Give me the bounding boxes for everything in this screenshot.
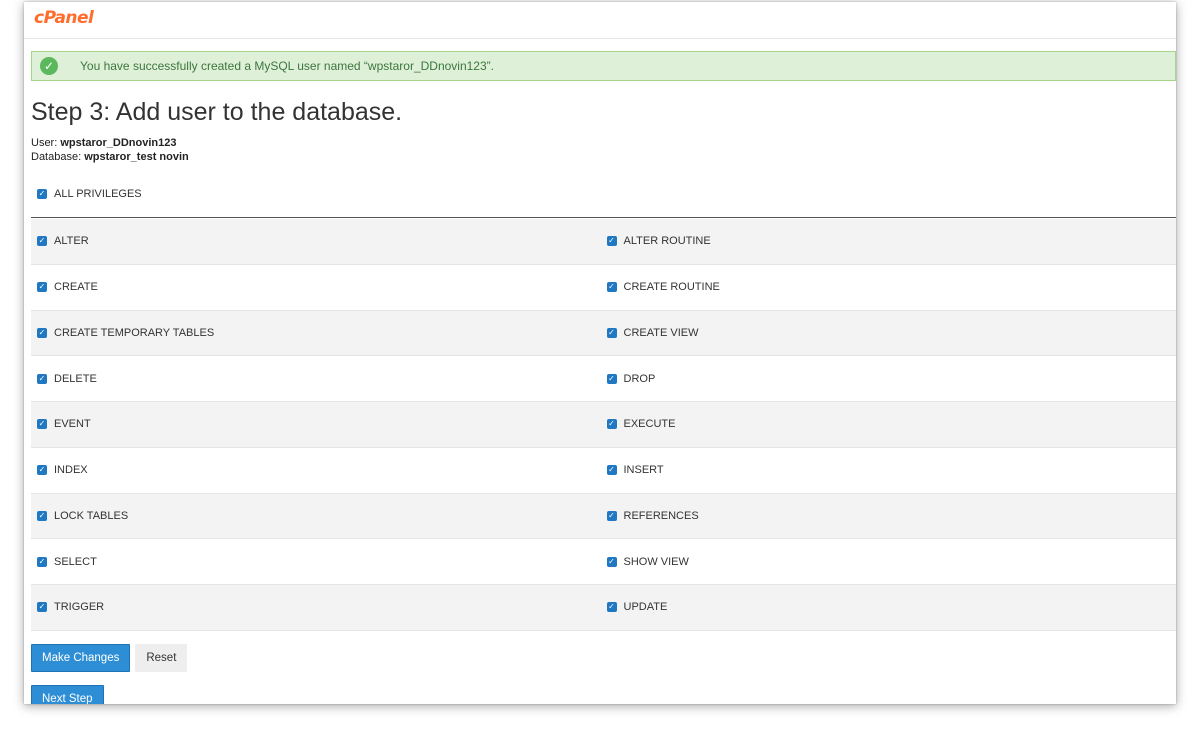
privilege-label: INDEX [54,464,88,477]
privilege-label: UPDATE [623,601,668,614]
page-title: Step 3: Add user to the database. [31,98,403,126]
next-step-button[interactable]: Next Step [31,685,104,704]
privilege-checkbox[interactable]: ✓ [606,373,617,384]
all-privileges-checkbox[interactable]: ✓ [37,189,47,199]
user-database-info: User: wpstaror_DDnovin123 Database: wpst… [31,136,189,164]
privilege-option[interactable]: ✓ REFERENCES [604,494,1177,539]
privilege-checkbox[interactable]: ✓ [37,602,47,613]
privilege-row: ✓ SELECT ✓ SHOW VIEW [31,539,1176,585]
privilege-option[interactable]: ✓ CREATE VIEW [604,311,1177,356]
privileges-table: ✓ ALTER ✓ ALTER ROUTINE ✓ CREATE ✓ CREATE ROUTI… [31,219,1176,631]
privilege-option[interactable]: ✓ DROP [604,356,1177,401]
privilege-option[interactable]: ✓ CREATE TEMPORARY TABLES [31,311,604,356]
privilege-checkbox[interactable]: ✓ [606,556,617,567]
privilege-checkbox[interactable]: ✓ [37,510,47,521]
privilege-option[interactable]: ✓ CREATE ROUTINE [604,265,1177,310]
privilege-label: CREATE ROUTINE [623,281,720,294]
privilege-option[interactable]: ✓ CREATE [31,265,604,310]
privilege-label: SHOW VIEW [623,555,689,568]
privilege-checkbox[interactable]: ✓ [37,282,47,293]
privilege-label: REFERENCES [623,509,699,522]
privilege-option[interactable]: ✓ EVENT [31,402,604,447]
privilege-option[interactable]: ✓ TRIGGER [31,585,604,630]
cpanel-logo[interactable]: cPanel [34,8,94,28]
privilege-checkbox[interactable]: ✓ [606,465,617,476]
privilege-label: CREATE [54,281,98,294]
top-bar: cPanel [24,2,1176,39]
privilege-option[interactable]: ✓ EXECUTE [604,402,1177,447]
privilege-label: DELETE [54,372,97,385]
privilege-label: SELECT [54,555,97,568]
browser-frame: cPanel ✓ You have successfully created a… [24,2,1176,704]
privilege-option[interactable]: ✓ DELETE [31,356,604,401]
privilege-label: CREATE TEMPORARY TABLES [54,326,215,339]
reset-button[interactable]: Reset [135,644,188,672]
privilege-option[interactable]: ✓ SHOW VIEW [604,539,1177,584]
privilege-checkbox[interactable]: ✓ [37,465,47,476]
form-actions: Make Changes Reset [31,644,188,672]
all-privileges-label: ALL PRIVILEGES [54,188,142,200]
privilege-label: INSERT [623,464,664,477]
privilege-checkbox[interactable]: ✓ [37,419,47,430]
success-alert: ✓ You have successfully created a MySQL … [31,51,1176,81]
divider [31,217,1176,218]
privilege-checkbox[interactable]: ✓ [606,327,617,338]
privilege-row: ✓ EVENT ✓ EXECUTE [31,402,1176,448]
privilege-checkbox[interactable]: ✓ [606,419,617,430]
privilege-label: EXECUTE [623,418,676,431]
user-line: User: wpstaror_DDnovin123 [31,136,189,150]
privilege-checkbox[interactable]: ✓ [37,556,47,567]
database-value: wpstaror_test novin [84,151,189,163]
privilege-checkbox[interactable]: ✓ [37,373,47,384]
privilege-checkbox[interactable]: ✓ [606,236,617,247]
privilege-label: EVENT [54,418,91,431]
privilege-option[interactable]: ✓ INDEX [31,448,604,493]
privilege-option[interactable]: ✓ UPDATE [604,585,1177,630]
database-label: Database: [31,151,82,163]
privilege-checkbox[interactable]: ✓ [606,282,617,293]
alert-message: You have successfully created a MySQL us… [80,59,494,73]
all-privileges-option[interactable]: ✓ ALL PRIVILEGES [37,188,142,200]
next-step-container: Next Step [31,685,104,704]
privilege-row: ✓ CREATE ✓ CREATE ROUTINE [31,264,1177,311]
privilege-label: LOCK TABLES [54,509,129,522]
privilege-option[interactable]: ✓ LOCK TABLES [31,494,604,539]
privilege-row: ✓ ALTER ✓ ALTER ROUTINE [31,219,1176,265]
privilege-option[interactable]: ✓ ALTER ROUTINE [604,219,1177,264]
privilege-checkbox[interactable]: ✓ [606,602,617,613]
privilege-option[interactable]: ✓ SELECT [31,539,604,584]
privilege-checkbox[interactable]: ✓ [37,236,47,247]
privilege-checkbox[interactable]: ✓ [606,510,617,521]
database-line: Database: wpstaror_test novin [31,150,189,164]
privilege-checkbox[interactable]: ✓ [37,327,47,338]
privilege-row: ✓ LOCK TABLES ✓ REFERENCES [31,493,1177,540]
make-changes-button[interactable]: Make Changes [31,644,131,672]
privilege-row: ✓ TRIGGER ✓ UPDATE [31,585,1176,631]
privilege-row: ✓ CREATE TEMPORARY TABLES ✓ CREATE VIEW [31,310,1177,357]
user-label: User: [31,137,58,149]
privilege-row: ✓ DELETE ✓ DROP [31,356,1176,402]
check-circle-icon: ✓ [40,57,58,75]
privilege-label: CREATE VIEW [623,326,699,339]
privilege-option[interactable]: ✓ INSERT [604,448,1177,493]
privilege-label: TRIGGER [54,601,105,614]
privilege-label: ALTER [54,235,89,248]
user-value: wpstaror_DDnovin123 [60,137,177,149]
privilege-row: ✓ INDEX ✓ INSERT [31,447,1177,494]
privilege-label: DROP [623,372,656,385]
privilege-option[interactable]: ✓ ALTER [31,219,604,264]
privilege-label: ALTER ROUTINE [623,235,711,248]
